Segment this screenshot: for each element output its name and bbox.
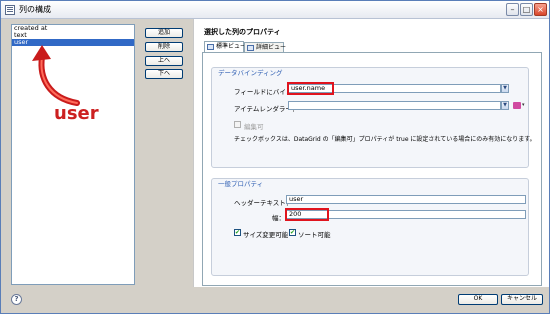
delete-button[interactable]: 削除 <box>145 42 183 52</box>
sortable-checkbox[interactable]: ✔ <box>289 229 296 236</box>
resizable-checkbox[interactable]: ✔ <box>234 229 241 236</box>
data-binding-title: データバインディング <box>218 69 283 77</box>
ok-button[interactable]: OK <box>458 294 498 305</box>
editable-note: チェックボックスは、DataGrid の「編集可」プロパティが true に設定… <box>234 136 536 143</box>
header-text-label: ヘッダーテキスト： <box>234 199 293 207</box>
help-icon[interactable]: ? <box>11 294 22 305</box>
chevron-down-icon[interactable]: ▼ <box>501 84 509 93</box>
move-down-button[interactable]: 下へ <box>145 69 183 79</box>
item-renderer-input[interactable] <box>288 101 501 110</box>
editable-label: 編集可 <box>244 123 264 131</box>
edit-renderer-icon[interactable] <box>513 102 521 109</box>
tab-detail-view-label: 詳細ビュー <box>256 44 287 51</box>
window-title: 列の構成 <box>19 5 51 14</box>
highlight-box-field <box>287 82 334 95</box>
resizable-label: サイズ変更可能 <box>243 231 289 239</box>
detail-view-icon <box>247 45 254 51</box>
highlight-box-width <box>285 208 329 221</box>
editable-checkbox[interactable] <box>234 121 241 128</box>
general-properties-title: 一般プロパティ <box>218 180 264 188</box>
annotation-label: user <box>54 103 99 124</box>
list-item-text[interactable]: text <box>12 32 134 39</box>
cancel-button[interactable]: キャンセル <box>501 294 543 305</box>
list-item-created-at[interactable]: created at <box>12 25 134 32</box>
minimize-button[interactable]: – <box>506 3 519 16</box>
close-button[interactable]: × <box>534 3 547 16</box>
window-icon <box>5 5 15 15</box>
dropdown-arrow-icon[interactable]: ▾ <box>522 102 525 108</box>
data-binding-group: データバインディング フィールドにバインド： user.name ▼ アイテムレ… <box>211 67 536 168</box>
move-up-button[interactable]: 上へ <box>145 56 183 66</box>
tab-standard-view-label: 標準ビュー <box>216 43 247 50</box>
properties-panel: 選択した列のプロパティ 標準ビュー 詳細ビュー データバインディング フィールド… <box>193 19 549 287</box>
standard-view-icon <box>207 44 214 50</box>
header-text-input[interactable]: user <box>286 195 526 204</box>
properties-header: 選択した列のプロパティ <box>204 28 281 36</box>
configure-columns-dialog: 列の構成 – □ × created at text user user 追加 … <box>0 0 550 314</box>
width-label: 幅： <box>272 214 285 222</box>
sortable-label: ソート可能 <box>298 231 331 239</box>
tab-content: データバインディング フィールドにバインド： user.name ▼ アイテムレ… <box>202 52 542 286</box>
add-button[interactable]: 追加 <box>145 28 183 38</box>
title-bar: 列の構成 – □ × <box>1 1 549 19</box>
general-properties-group: 一般プロパティ ヘッダーテキスト： user 幅： 200 ✔ サイズ変更可能 … <box>211 178 529 276</box>
maximize-button[interactable]: □ <box>520 3 533 16</box>
chevron-down-icon[interactable]: ▼ <box>501 101 509 110</box>
